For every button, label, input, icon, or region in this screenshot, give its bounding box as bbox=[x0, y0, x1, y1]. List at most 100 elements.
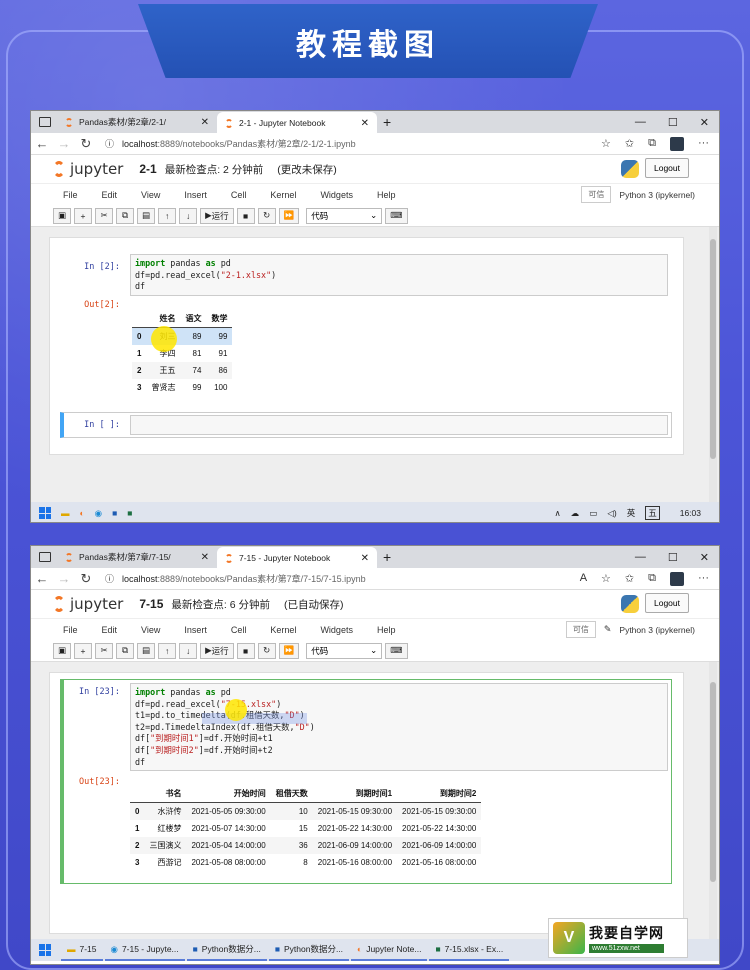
menu-kernel[interactable]: Kernel bbox=[270, 625, 296, 635]
keyboard-icon[interactable]: ⌨ bbox=[385, 207, 408, 224]
url-input[interactable]: ⓘ localhost:8889/notebooks/Pandas素材/第2章/2… bbox=[105, 135, 601, 153]
avatar[interactable] bbox=[670, 571, 684, 586]
menu-edit[interactable]: Edit bbox=[102, 625, 118, 635]
restart-icon[interactable]: ↻ bbox=[257, 207, 276, 224]
add-cell-icon[interactable]: + bbox=[74, 207, 93, 224]
cell-type-select[interactable]: 代码 ⌄ bbox=[306, 207, 383, 224]
move-up-icon[interactable]: ↑ bbox=[158, 642, 177, 659]
logout-button[interactable]: Logout bbox=[645, 593, 689, 613]
tab-actions-icon[interactable] bbox=[39, 552, 51, 562]
new-tab-button[interactable]: + bbox=[383, 114, 391, 130]
menu-view[interactable]: View bbox=[141, 625, 160, 635]
taskbar-item-folder[interactable]: ▬ 7-15 bbox=[61, 939, 103, 961]
outlook-icon[interactable]: ■ bbox=[112, 508, 117, 518]
save-icon[interactable]: ▣ bbox=[53, 642, 72, 659]
stop-icon[interactable]: ■ bbox=[236, 642, 255, 659]
favorites-icon[interactable]: ✩ bbox=[625, 137, 634, 151]
code-cell[interactable]: import pandas as pd df=pd.read_excel("7-… bbox=[130, 683, 668, 771]
read-aloud-icon[interactable]: A bbox=[580, 572, 587, 586]
input-mode-badge[interactable]: 五 bbox=[645, 506, 660, 520]
close-icon[interactable]: ✕ bbox=[361, 553, 369, 564]
maximize-icon[interactable]: ☐ bbox=[668, 116, 678, 129]
close-icon[interactable]: ✕ bbox=[361, 118, 369, 129]
notebook-name[interactable]: 7-15 bbox=[139, 597, 163, 611]
close-icon[interactable]: ✕ bbox=[201, 117, 209, 128]
back-icon[interactable]: ← bbox=[31, 571, 53, 586]
trusted-badge[interactable]: 可信 bbox=[581, 186, 612, 203]
back-icon[interactable]: ← bbox=[31, 136, 53, 151]
menu-kernel[interactable]: Kernel bbox=[270, 190, 296, 200]
browser-tab[interactable]: Pandas素材/第2章/2-1/✕ bbox=[57, 111, 217, 133]
network-icon[interactable]: ▭ bbox=[589, 508, 597, 519]
run-button[interactable]: ▶ 运行 bbox=[200, 642, 234, 659]
jupyter-logo[interactable]: jupyter bbox=[53, 160, 123, 178]
explorer-icon[interactable]: ▬ bbox=[61, 508, 70, 518]
taskbar-item-word-1[interactable]: ■ Python数据分... bbox=[186, 939, 267, 961]
windows-start-icon[interactable] bbox=[39, 944, 51, 956]
cut-icon[interactable]: ✂ bbox=[95, 642, 114, 659]
edge-icon[interactable]: ◉ bbox=[95, 508, 102, 519]
refresh-icon[interactable]: ↻ bbox=[75, 136, 97, 152]
favorite-add-icon[interactable]: ☆ bbox=[601, 137, 611, 151]
menu-help[interactable]: Help bbox=[377, 625, 396, 635]
paste-icon[interactable]: ▤ bbox=[137, 207, 156, 224]
minimize-icon[interactable]: — bbox=[635, 116, 646, 129]
windows-start-icon[interactable] bbox=[39, 507, 51, 519]
browser-tab-active[interactable]: 2-1 - Jupyter Notebook ✕ bbox=[217, 112, 377, 134]
empty-code-cell[interactable] bbox=[130, 415, 668, 435]
scrollbar[interactable] bbox=[709, 662, 717, 944]
refresh-icon[interactable]: ↻ bbox=[75, 571, 97, 587]
favorite-add-icon[interactable]: ☆ bbox=[601, 572, 611, 586]
cloud-icon[interactable]: ☁ bbox=[571, 508, 580, 519]
trusted-badge[interactable]: 可信 bbox=[565, 621, 596, 638]
menu-edit[interactable]: Edit bbox=[102, 190, 118, 200]
more-icon[interactable]: ··· bbox=[698, 137, 709, 151]
fast-forward-icon[interactable]: ⏩ bbox=[278, 642, 300, 659]
stop-icon[interactable]: ■ bbox=[236, 207, 255, 224]
scrollbar[interactable] bbox=[709, 227, 717, 510]
menu-widgets[interactable]: Widgets bbox=[320, 625, 353, 635]
keyboard-icon[interactable]: ⌨ bbox=[385, 642, 408, 659]
move-down-icon[interactable]: ↓ bbox=[179, 642, 198, 659]
window-close-icon[interactable]: ✕ bbox=[700, 116, 709, 129]
taskbar-item-word-2[interactable]: ■ Python数据分... bbox=[268, 939, 350, 961]
taskbar-item-excel[interactable]: ■ 7-15.xlsx - Ex... bbox=[429, 939, 510, 961]
paste-icon[interactable]: ▤ bbox=[137, 642, 156, 659]
notebook-name[interactable]: 2-1 bbox=[139, 162, 156, 176]
minimize-icon[interactable]: — bbox=[635, 551, 646, 564]
tab-actions-icon[interactable] bbox=[39, 117, 51, 127]
run-button[interactable]: ▶ 运行 bbox=[200, 207, 234, 224]
close-icon[interactable]: ✕ bbox=[201, 552, 209, 563]
forward-icon[interactable]: → bbox=[53, 136, 75, 151]
new-tab-button[interactable]: + bbox=[383, 549, 391, 565]
fast-forward-icon[interactable]: ⏩ bbox=[278, 207, 300, 224]
collections-icon[interactable]: ⧉ bbox=[648, 572, 656, 586]
menu-cell[interactable]: Cell bbox=[231, 625, 247, 635]
jupyter-taskbar-icon[interactable]: ◐ bbox=[80, 508, 85, 518]
restart-icon[interactable]: ↻ bbox=[257, 642, 276, 659]
maximize-icon[interactable]: ☐ bbox=[668, 551, 678, 564]
cell-type-select[interactable]: 代码 ⌄ bbox=[306, 642, 383, 659]
code-cell[interactable]: import pandas as pd df=pd.read_excel("2-… bbox=[130, 254, 668, 296]
taskbar-item-jupyter[interactable]: ◐ Jupyter Note... bbox=[351, 939, 428, 961]
menu-file[interactable]: File bbox=[63, 625, 78, 635]
cut-icon[interactable]: ✂ bbox=[95, 207, 114, 224]
move-up-icon[interactable]: ↑ bbox=[158, 207, 177, 224]
more-icon[interactable]: ··· bbox=[698, 572, 709, 586]
menu-help[interactable]: Help bbox=[377, 190, 396, 200]
tray-chevron-up-icon[interactable]: ∧ bbox=[555, 508, 561, 519]
copy-icon[interactable]: ⧉ bbox=[116, 207, 135, 224]
avatar[interactable] bbox=[670, 136, 684, 151]
collections-icon[interactable]: ⧉ bbox=[648, 137, 656, 151]
menu-insert[interactable]: Insert bbox=[184, 625, 207, 635]
menu-insert[interactable]: Insert bbox=[184, 190, 207, 200]
input-language[interactable]: 英 bbox=[627, 507, 636, 519]
volume-icon[interactable]: ◁) bbox=[607, 508, 616, 519]
move-down-icon[interactable]: ↓ bbox=[179, 207, 198, 224]
jupyter-logo[interactable]: jupyter bbox=[53, 595, 123, 613]
forward-icon[interactable]: → bbox=[53, 571, 75, 586]
browser-tab[interactable]: Pandas素材/第7章/7-15/✕ bbox=[57, 546, 217, 568]
excel-icon[interactable]: ■ bbox=[127, 508, 132, 518]
window-close-icon[interactable]: ✕ bbox=[700, 551, 709, 564]
copy-icon[interactable]: ⧉ bbox=[116, 642, 135, 659]
